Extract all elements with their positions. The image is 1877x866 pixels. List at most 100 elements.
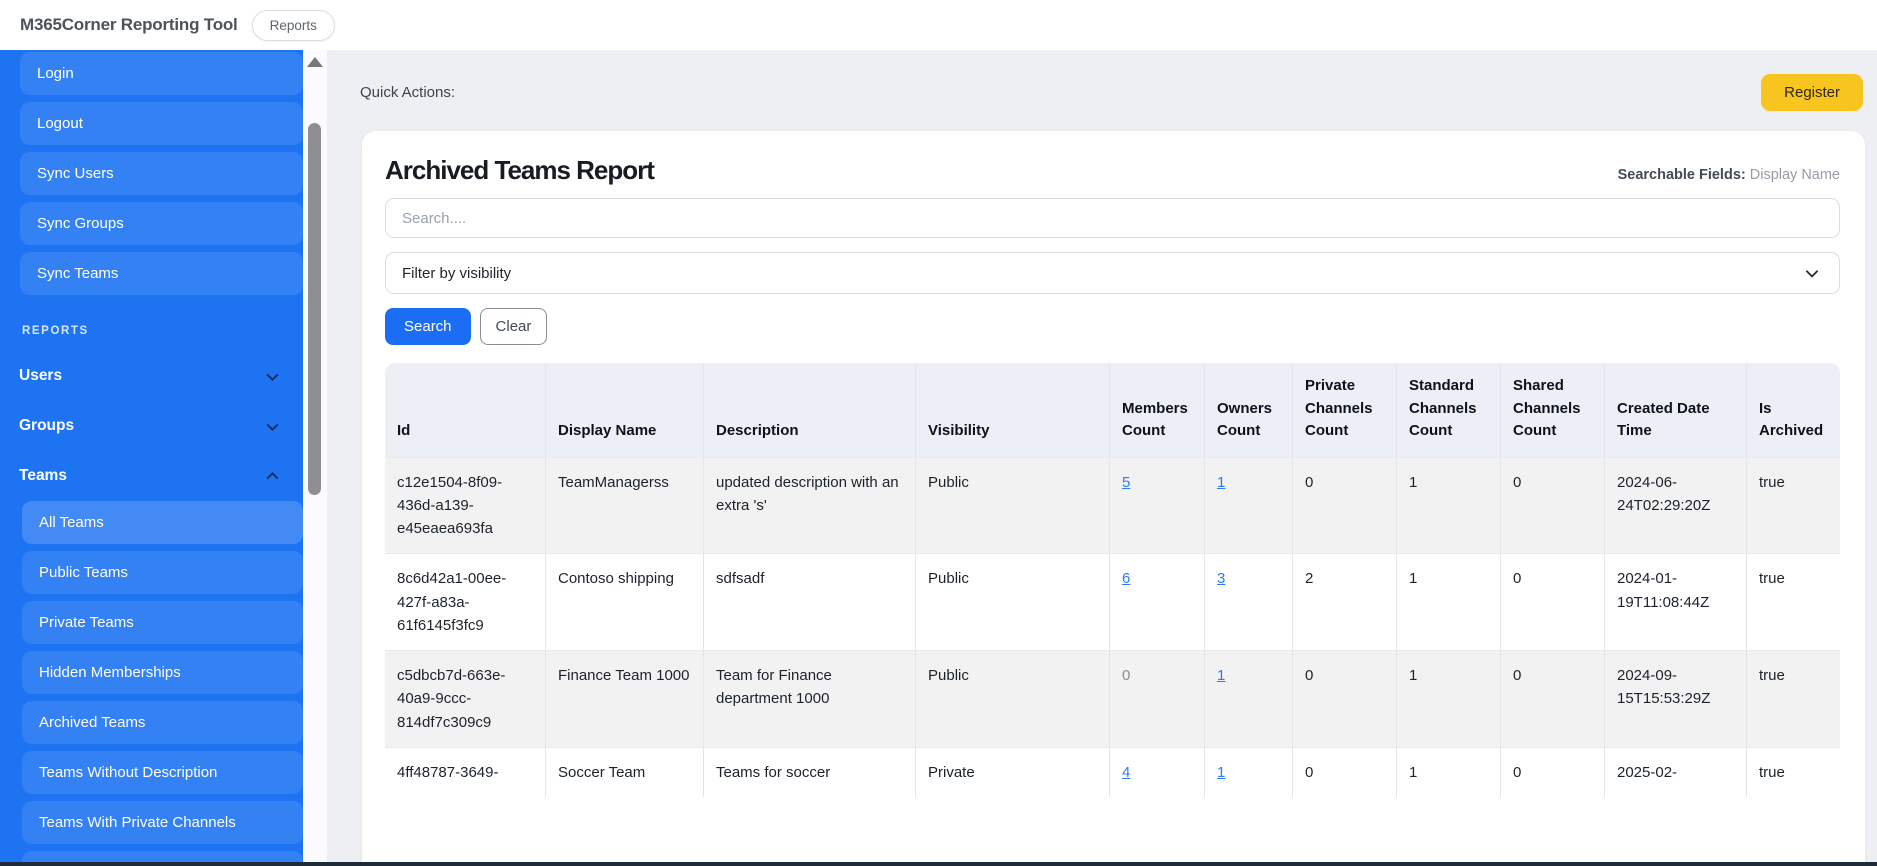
searchable-fields-label: Searchable Fields: [1618, 167, 1746, 183]
sidebar-item-sync-teams[interactable]: Sync Teams [20, 252, 303, 295]
sidebar-item-login[interactable]: Login [20, 52, 303, 95]
searchable-fields: Searchable Fields: Display Name [1618, 167, 1840, 183]
visibility-filter-select[interactable]: Filter by visibility [385, 252, 1840, 294]
table-header-row: Id Display Name Description Visibility M… [385, 363, 1840, 457]
cell-members-count: 5 [1109, 457, 1204, 554]
cell-created-date: 2025-02- [1604, 747, 1746, 797]
cell-display-name: Finance Team 1000 [545, 650, 703, 747]
report-card: Archived Teams Report Searchable Fields:… [362, 131, 1865, 866]
members-count-link[interactable]: 6 [1122, 570, 1130, 587]
search-input[interactable] [385, 198, 1840, 238]
sidebar-nav-groups[interactable]: Groups [0, 401, 303, 451]
searchable-fields-value: Display Name [1750, 167, 1840, 183]
cell-id: c12e1504-8f09-436d-a139-e45eaea693fa [385, 457, 545, 554]
cell-private-channels: 2 [1292, 553, 1396, 650]
sidebar-item-logout[interactable]: Logout [20, 102, 303, 145]
sidebar: Login Logout Sync Users Sync Groups Sync… [0, 50, 303, 866]
cell-created-date: 2024-01-19T11:08:44Z [1604, 553, 1746, 650]
cell-id: 8c6d42a1-00ee-427f-a83a-61f6145f3fc9 [385, 553, 545, 650]
sidebar-nav-users-label: Users [19, 367, 62, 385]
table-row: c5dbcb7d-663e-40a9-9ccc-814df7c309c9 Fin… [385, 650, 1840, 747]
table-row: c12e1504-8f09-436d-a139-e45eaea693fa Tea… [385, 457, 1840, 554]
sidebar-nav-groups-label: Groups [19, 417, 74, 435]
cell-description: Team for Finance department 1000 [703, 650, 915, 747]
sidebar-subitem-hidden-memberships[interactable]: Hidden Memberships [22, 651, 303, 694]
owners-count-link[interactable]: 1 [1217, 474, 1225, 491]
sidebar-nav-teams[interactable]: Teams [0, 451, 303, 501]
sidebar-subitem-teams-with-private-channels[interactable]: Teams With Private Channels [22, 801, 303, 844]
search-button[interactable]: Search [385, 308, 471, 345]
chevron-down-icon [264, 368, 281, 385]
table-row: 8c6d42a1-00ee-427f-a83a-61f6145f3fc9 Con… [385, 553, 1840, 650]
sidebar-subitem-archived-teams[interactable]: Archived Teams [22, 701, 303, 744]
app-layout: Login Logout Sync Users Sync Groups Sync… [0, 50, 1877, 866]
column-header-members-count: Members Count [1109, 363, 1204, 457]
top-bar: M365Corner Reporting Tool Reports [0, 0, 1877, 50]
cell-display-name: Soccer Team [545, 747, 703, 797]
cell-created-date: 2024-09-15T15:53:29Z [1604, 650, 1746, 747]
cell-owners-count: 1 [1204, 650, 1292, 747]
sidebar-item-sync-groups[interactable]: Sync Groups [20, 202, 303, 245]
cell-visibility: Public [915, 650, 1109, 747]
cell-description: updated description with an extra 's' [703, 457, 915, 554]
column-header-owners-count: Owners Count [1204, 363, 1292, 457]
members-count-link[interactable]: 4 [1122, 764, 1130, 781]
sidebar-nav-users[interactable]: Users [0, 351, 303, 401]
column-header-display-name: Display Name [545, 363, 703, 457]
window-bottom-edge [0, 862, 1877, 866]
cell-is-archived: true [1746, 553, 1840, 650]
register-button[interactable]: Register [1761, 74, 1863, 111]
sidebar-subitem-public-teams[interactable]: Public Teams [22, 551, 303, 594]
cell-visibility: Public [915, 457, 1109, 554]
scroll-up-icon[interactable] [307, 57, 323, 67]
cell-visibility: Public [915, 553, 1109, 650]
cell-owners-count: 1 [1204, 457, 1292, 554]
cell-shared-channels: 0 [1500, 747, 1604, 797]
sidebar-nav-teams-label: Teams [19, 467, 67, 485]
sidebar-item-sync-users[interactable]: Sync Users [20, 152, 303, 195]
report-card-header: Archived Teams Report Searchable Fields:… [385, 155, 1840, 186]
cell-is-archived: true [1746, 650, 1840, 747]
cell-id: c5dbcb7d-663e-40a9-9ccc-814df7c309c9 [385, 650, 545, 747]
scrollbar-thumb[interactable] [308, 123, 321, 495]
cell-standard-channels: 1 [1396, 650, 1500, 747]
table-row: 4ff48787-3649- Soccer Team Teams for soc… [385, 747, 1840, 797]
cell-private-channels: 0 [1292, 457, 1396, 554]
sidebar-subitem-teams-without-description[interactable]: Teams Without Description [22, 751, 303, 794]
owners-count-link[interactable]: 1 [1217, 764, 1225, 781]
cell-owners-count: 3 [1204, 553, 1292, 650]
chevron-down-icon [1803, 264, 1821, 282]
column-header-shared-channels: Shared Channels Count [1500, 363, 1604, 457]
chevron-up-icon [264, 468, 281, 485]
search-actions: Search Clear [385, 308, 1840, 345]
sidebar-subitem-private-teams[interactable]: Private Teams [22, 601, 303, 644]
cell-members-count: 0 [1109, 650, 1204, 747]
main-content: Quick Actions: Register Archived Teams R… [327, 50, 1877, 866]
members-count-value: 0 [1122, 667, 1130, 684]
cell-standard-channels: 1 [1396, 457, 1500, 554]
cell-standard-channels: 1 [1396, 747, 1500, 797]
cell-shared-channels: 0 [1500, 650, 1604, 747]
sidebar-scrollbar[interactable] [303, 50, 327, 866]
owners-count-link[interactable]: 3 [1217, 570, 1225, 587]
quick-actions-bar: Quick Actions: Register [327, 50, 1877, 111]
column-header-visibility: Visibility [915, 363, 1109, 457]
column-header-private-channels: Private Channels Count [1292, 363, 1396, 457]
cell-description: Teams for soccer [703, 747, 915, 797]
column-header-created-date: Created Date Time [1604, 363, 1746, 457]
cell-description: sdfsadf [703, 553, 915, 650]
column-header-standard-channels: Standard Channels Count [1396, 363, 1500, 457]
cell-shared-channels: 0 [1500, 553, 1604, 650]
clear-button[interactable]: Clear [480, 308, 548, 345]
owners-count-link[interactable]: 1 [1217, 667, 1225, 684]
reports-badge[interactable]: Reports [252, 10, 335, 41]
cell-display-name: Contoso shipping [545, 553, 703, 650]
column-header-is-archived: Is Archived [1746, 363, 1840, 457]
cell-members-count: 4 [1109, 747, 1204, 797]
cell-owners-count: 1 [1204, 747, 1292, 797]
cell-private-channels: 0 [1292, 650, 1396, 747]
cell-standard-channels: 1 [1396, 553, 1500, 650]
members-count-link[interactable]: 5 [1122, 474, 1130, 491]
cell-visibility: Private [915, 747, 1109, 797]
sidebar-subitem-all-teams[interactable]: All Teams [22, 501, 303, 544]
